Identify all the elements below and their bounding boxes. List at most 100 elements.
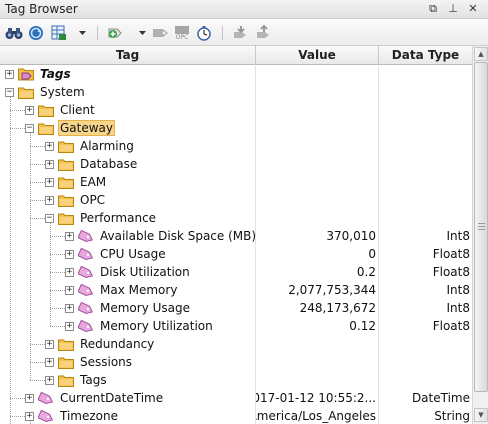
column-header-data-type[interactable]: Data Type bbox=[379, 46, 472, 65]
tree-row[interactable]: + Memory Usage 248,173,672 Int8 bbox=[0, 299, 472, 317]
expand-icon[interactable]: + bbox=[65, 231, 74, 241]
expand-icon[interactable]: + bbox=[65, 303, 74, 313]
collapse-icon[interactable]: − bbox=[45, 213, 54, 223]
tag-name[interactable]: System bbox=[38, 85, 87, 99]
tag-name[interactable]: EAM bbox=[78, 175, 108, 189]
tree-node: + Database bbox=[45, 155, 139, 173]
tag-icon bbox=[38, 391, 54, 405]
tree-row[interactable]: + Alarming bbox=[0, 137, 472, 155]
tag-name[interactable]: OPC bbox=[78, 193, 107, 207]
opc-browse-icon[interactable]: OPC bbox=[172, 24, 192, 42]
data-type-cell: Float8 bbox=[379, 263, 472, 281]
tree-row[interactable]: − Gateway bbox=[0, 119, 472, 137]
tag-name[interactable]: Tags bbox=[78, 373, 109, 387]
tree-row[interactable]: + OPC bbox=[0, 191, 472, 209]
restore-icon[interactable]: ⧉ bbox=[426, 2, 440, 16]
expand-icon[interactable]: + bbox=[45, 375, 54, 385]
tag-table-icon[interactable] bbox=[50, 24, 68, 42]
scroll-thumb[interactable] bbox=[474, 62, 488, 392]
expand-icon[interactable]: + bbox=[65, 267, 74, 277]
expand-icon[interactable]: + bbox=[45, 159, 54, 169]
tag-icon bbox=[78, 301, 94, 315]
tag-name[interactable]: Memory Utilization bbox=[98, 319, 215, 333]
tree-row[interactable]: + CurrentDateTime 2017-01-12 10:55:2... Dat… bbox=[0, 389, 472, 407]
data-type-cell: String bbox=[379, 407, 472, 424]
tag-name[interactable]: Alarming bbox=[78, 139, 136, 153]
tag-value: 0.12 bbox=[349, 319, 376, 333]
vertical-scrollbar[interactable]: ▲ ▼ bbox=[472, 46, 488, 424]
timer-icon[interactable] bbox=[195, 24, 213, 42]
value-cell bbox=[256, 173, 378, 191]
tag-name[interactable]: Timezone bbox=[58, 409, 120, 423]
value-cell bbox=[256, 119, 378, 137]
tag-name[interactable]: Gateway bbox=[58, 120, 116, 136]
tag-name[interactable]: CPU Usage bbox=[98, 247, 168, 261]
column-header-tag[interactable]: Tag bbox=[0, 46, 256, 65]
tree-node: − System bbox=[5, 83, 87, 101]
dropdown-arrow-icon[interactable] bbox=[137, 24, 147, 42]
tree-row[interactable]: + Sessions bbox=[0, 353, 472, 371]
tag-name[interactable]: Available Disk Space (MB) bbox=[98, 229, 258, 243]
expand-icon[interactable]: + bbox=[5, 69, 14, 79]
tree-row[interactable]: + Client bbox=[0, 101, 472, 119]
expand-icon[interactable]: + bbox=[65, 321, 74, 331]
tree-row[interactable]: + Database bbox=[0, 155, 472, 173]
tag-name[interactable]: Tags bbox=[38, 67, 73, 81]
tree-row[interactable]: + Timezone America/Los_Angeles String bbox=[0, 407, 472, 424]
tag-value: 2,077,753,344 bbox=[288, 283, 376, 297]
tag-name[interactable]: Disk Utilization bbox=[98, 265, 192, 279]
value-cell: 370,010 bbox=[256, 227, 378, 245]
tag-name[interactable]: Performance bbox=[78, 211, 158, 225]
tag-data-type: Int8 bbox=[446, 283, 470, 297]
tree-row[interactable]: + Redundancy bbox=[0, 335, 472, 353]
tree-row[interactable]: + Memory Utilization 0.12 Float8 bbox=[0, 317, 472, 335]
scroll-up-icon[interactable]: ▲ bbox=[474, 47, 488, 61]
expand-icon[interactable]: + bbox=[25, 105, 34, 115]
dropdown-arrow-icon[interactable] bbox=[77, 24, 87, 42]
tree-node: + CPU Usage bbox=[65, 245, 168, 263]
tag-name[interactable]: Database bbox=[78, 157, 139, 171]
tree-row[interactable]: + EAM bbox=[0, 173, 472, 191]
expand-icon[interactable]: + bbox=[45, 177, 54, 187]
tag-data-type: Float8 bbox=[432, 319, 470, 333]
tree-row[interactable]: − Performance bbox=[0, 209, 472, 227]
value-cell: 2017-01-12 10:55:2... bbox=[256, 389, 378, 407]
tree-node: + Available Disk Space (MB) bbox=[65, 227, 258, 245]
binoculars-icon[interactable] bbox=[4, 24, 24, 42]
tree-row[interactable]: + CPU Usage 0 Float8 bbox=[0, 245, 472, 263]
expand-icon[interactable]: + bbox=[65, 249, 74, 259]
tag-name[interactable]: CurrentDateTime bbox=[58, 391, 165, 405]
tag-name[interactable]: Max Memory bbox=[98, 283, 179, 297]
opc-icon[interactable] bbox=[151, 24, 171, 42]
tree-row[interactable]: + Tags bbox=[0, 371, 472, 389]
column-header-value[interactable]: Value bbox=[256, 46, 379, 65]
collapse-icon[interactable]: − bbox=[5, 87, 14, 97]
expand-icon[interactable]: + bbox=[25, 393, 34, 403]
collapse-icon[interactable]: − bbox=[25, 123, 34, 133]
pin-icon[interactable]: ⊥ bbox=[446, 2, 460, 16]
expand-icon[interactable]: + bbox=[45, 141, 54, 151]
expand-icon[interactable]: + bbox=[45, 339, 54, 349]
expand-icon[interactable]: + bbox=[45, 195, 54, 205]
tree-row[interactable]: + Max Memory 2,077,753,344 Int8 bbox=[0, 281, 472, 299]
tree-row[interactable]: + Disk Utilization 0.2 Float8 bbox=[0, 263, 472, 281]
tag-name[interactable]: Sessions bbox=[78, 355, 134, 369]
close-icon[interactable]: ✕ bbox=[466, 2, 480, 16]
tag-name[interactable]: Memory Usage bbox=[98, 301, 192, 315]
tag-name[interactable]: Redundancy bbox=[78, 337, 156, 351]
tag-name[interactable]: Client bbox=[58, 103, 97, 117]
tree-row[interactable]: + Tags bbox=[0, 65, 472, 83]
tree-node: + Memory Usage bbox=[65, 299, 192, 317]
expand-icon[interactable]: + bbox=[65, 285, 74, 295]
refresh-icon[interactable] bbox=[27, 24, 45, 42]
tree-row[interactable]: − System bbox=[0, 83, 472, 101]
export-icon[interactable] bbox=[254, 24, 274, 42]
scroll-down-icon[interactable]: ▼ bbox=[474, 408, 488, 422]
expand-icon[interactable]: + bbox=[45, 357, 54, 367]
expand-icon[interactable]: + bbox=[25, 411, 34, 421]
new-tag-icon[interactable] bbox=[106, 24, 124, 42]
tag-value: 248,173,672 bbox=[299, 301, 376, 315]
tree-row[interactable]: + Available Disk Space (MB) 370,010 Int8 bbox=[0, 227, 472, 245]
tree-node: + Sessions bbox=[45, 353, 134, 371]
import-icon[interactable] bbox=[231, 24, 251, 42]
